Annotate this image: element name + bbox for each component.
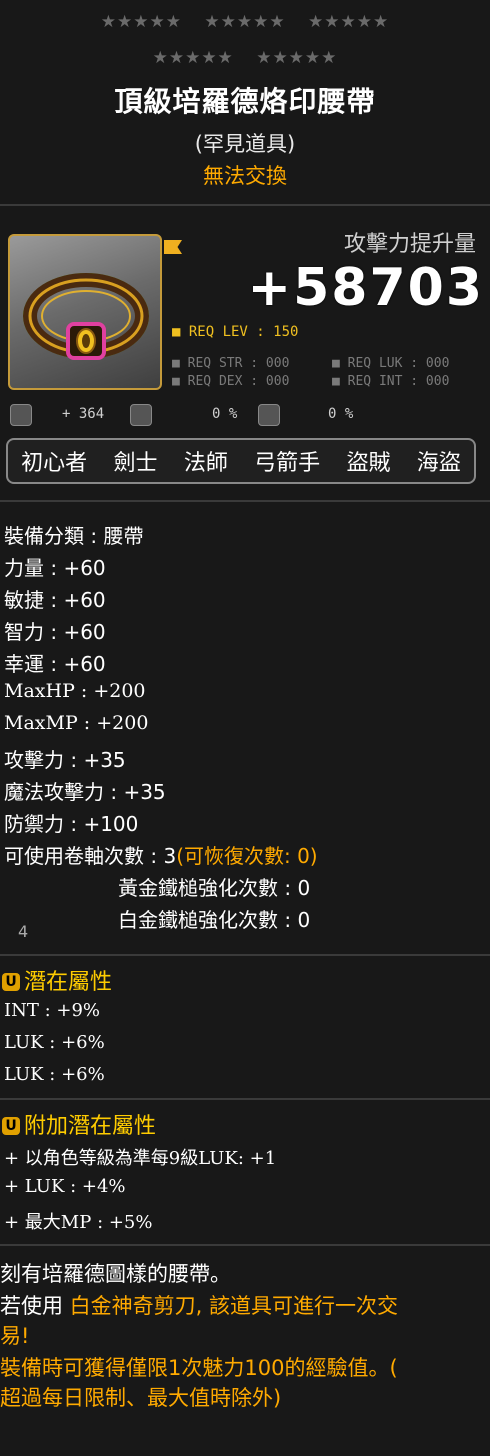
stat-luk: 幸運 : +60 (4, 652, 106, 676)
description-text: 若使用 (0, 1294, 63, 1318)
star-group: ★★★★★ (308, 12, 390, 32)
description-highlight: 白金神奇剪刀, 該道具可進行一次交 (63, 1294, 399, 1318)
stat-str: 力量 : +60 (4, 556, 106, 580)
job-magician: 法師 (183, 451, 228, 476)
bonus-potential-line: + 最大MP : +5% (4, 1212, 153, 1233)
slot-number: 4 (18, 922, 29, 941)
job-thief: 盜賊 (346, 451, 391, 476)
growth-value: + 364 (62, 406, 105, 422)
scroll-slots-recover: (可恢復次數: 0) (176, 844, 318, 868)
req-dex: ■ REQ DEX : 000 (172, 374, 290, 389)
growth-icon (10, 404, 32, 426)
stat-atk: 攻擊力 : +35 (4, 748, 126, 772)
potential-line: LUK : +6% (4, 1064, 105, 1085)
scroll-slots: 可使用卷軸次數 : 3(可恢復次數: 0) (4, 840, 318, 869)
job-warrior: 劍士 (113, 451, 158, 476)
unique-grade-icon: U (2, 973, 20, 991)
job-bowman: 弓箭手 (254, 451, 321, 476)
item-rarity: (罕見道具) (194, 132, 296, 156)
divider (0, 954, 490, 956)
star-force-row-2: ★★★★★ ★★★★★ (0, 48, 490, 68)
job-pirate: 海盜 (416, 451, 461, 476)
stat-matk: 魔法攻擊力 : +35 (4, 780, 166, 804)
divider (0, 500, 490, 502)
description-line: 若使用 白金神奇剪刀, 該道具可進行一次交 (0, 1290, 398, 1320)
bonus-potential-title: 附加潛在屬性 (24, 1114, 157, 1139)
job-beginner: 初心者 (21, 451, 88, 476)
req-str: ■ REQ STR : 000 (172, 356, 290, 371)
golden-hammer-count: 黃金鐵槌強化次數 : 0 (118, 876, 311, 900)
stat-maxmp: MaxMP : +200 (4, 712, 149, 734)
divider (0, 1098, 490, 1100)
stat-dex: 敏捷 : +60 (4, 588, 106, 612)
upgrade-value: 0 % (212, 406, 238, 422)
stat-def: 防禦力 : +100 (4, 812, 139, 836)
shield-icon (258, 404, 280, 426)
tradeability-label: 無法交換 (203, 164, 287, 188)
star-group: ★★★★★ (100, 12, 182, 32)
bonus-potential-line: + LUK : +4% (4, 1176, 126, 1197)
shield-value: 0 % (328, 406, 354, 422)
potential-line: LUK : +6% (4, 1032, 105, 1053)
upgrade-icon (130, 404, 152, 426)
description-line: 刻有培羅德圖樣的腰帶。 (0, 1262, 231, 1286)
belt-icon (23, 273, 149, 360)
bonus-potential-line: + 以角色等級為準每9級LUK: +1 (4, 1148, 277, 1169)
scroll-slots-count: 可使用卷軸次數 : 3 (4, 844, 177, 868)
star-force-row-1: ★★★★★ ★★★★★ ★★★★★ (0, 12, 490, 32)
unique-grade-icon: U (2, 1117, 20, 1135)
job-requirements: 初心者 劍士 法師 弓箭手 盜賊 海盜 (6, 438, 476, 484)
attack-gain-label: 攻擊力提升量 (343, 232, 476, 257)
stat-int: 智力 : +60 (4, 620, 106, 644)
stat-maxhp: MaxHP : +200 (4, 680, 146, 702)
item-name: 頂級培羅德烙印腰帶 (114, 85, 376, 118)
equip-category: 裝備分類 : 腰帶 (4, 524, 144, 548)
description-line: 裝備時可獲得僅限1次魅力100的經驗值。( (0, 1356, 398, 1380)
req-int: ■ REQ INT : 000 (332, 374, 450, 389)
item-icon-frame (8, 234, 162, 390)
potential-header: U 潛在屬性 (2, 964, 112, 996)
potential-title: 潛在屬性 (24, 970, 113, 995)
star-group: ★★★★★ (256, 48, 338, 68)
item-tooltip: ★★★★★ ★★★★★ ★★★★★ ★★★★★ ★★★★★ 頂級培羅德烙印腰帶 … (0, 0, 490, 1456)
star-group: ★★★★★ (152, 48, 234, 68)
description-line: 超過每日限制、最大值時除外) (0, 1386, 282, 1410)
divider (0, 204, 490, 206)
req-luk: ■ REQ LUK : 000 (332, 356, 450, 371)
bonus-potential-header: U 附加潛在屬性 (2, 1108, 156, 1140)
attack-gain-value: +58703 (247, 258, 484, 318)
platinum-hammer-count: 白金鐵槌強化次數 : 0 (118, 908, 311, 932)
divider (0, 1244, 490, 1246)
potential-line: INT : +9% (4, 1000, 101, 1021)
req-level: ■ REQ LEV : 150 (172, 324, 299, 340)
flag-icon (164, 240, 182, 254)
description-line: 易! (0, 1324, 30, 1348)
star-group: ★★★★★ (204, 12, 286, 32)
